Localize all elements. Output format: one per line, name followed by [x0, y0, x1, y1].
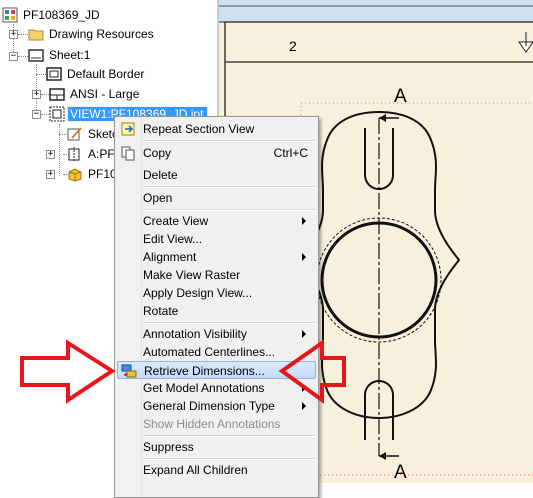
red-arrow-right-icon [20, 339, 116, 404]
annotation-overlay [20, 339, 346, 404]
red-arrow-left-icon [278, 339, 346, 404]
